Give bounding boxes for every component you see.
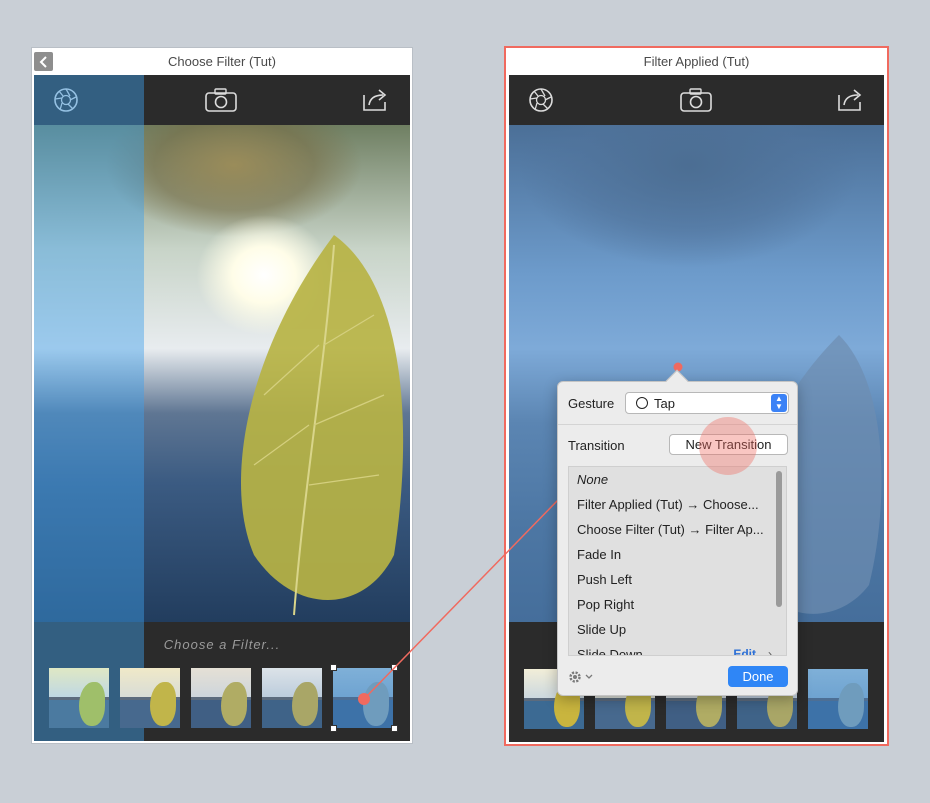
transition-item[interactable]: Push Left [569,567,786,592]
transition-item[interactable]: None [569,467,786,492]
filter-thumb[interactable] [120,668,180,728]
transition-popover: Gesture Tap ▲ ▼ Transition New Transition… [557,369,798,696]
chevron-right-icon: › [768,647,772,656]
filter-thumb[interactable] [49,668,109,728]
stepper-arrows-icon: ▲ ▼ [771,394,787,412]
artboard-title: Choose Filter (Tut) [168,54,276,69]
transition-item[interactable]: Fade In [569,542,786,567]
share-icon[interactable] [361,86,391,114]
done-button[interactable]: Done [728,666,788,687]
gesture-label: Gesture [568,396,615,411]
transition-item[interactable]: Slide Up [569,617,786,642]
aperture-icon[interactable] [526,86,556,114]
choose-filter-caption: Choose a Filter... [163,637,281,652]
divider [558,424,797,425]
edit-link[interactable]: Edit [733,642,756,655]
transition-item[interactable]: Choose Filter (Tut) → Filter Ap... [569,517,786,542]
camera-icon[interactable] [204,86,238,114]
filter-thumb-selected[interactable] [333,668,393,728]
transition-item-partial[interactable]: Slide Down Edit › [569,642,786,656]
filter-thumb[interactable] [191,668,251,728]
transition-item[interactable]: Filter Applied (Tut) → Choose... [569,492,786,517]
gesture-select[interactable]: Tap ▲ ▼ [625,392,789,414]
filter-thumbnails [34,668,410,728]
camera-icon[interactable] [679,86,713,114]
scrollbar[interactable] [776,471,782,607]
toolbar [509,75,884,125]
filter-thumb[interactable] [808,669,868,729]
leaf-illustration [240,235,404,616]
resize-handle[interactable] [391,664,398,671]
gesture-value: Tap [654,396,675,411]
transition-item[interactable]: Pop Right [569,592,786,617]
artboard-title: Filter Applied (Tut) [643,54,750,69]
artboard-choose-filter[interactable]: Choose Filter (Tut) Choose a Filter... [31,47,413,744]
tap-indicator [699,417,757,475]
transition-item-label: Slide Down [577,647,643,656]
gear-icon[interactable] [568,669,596,685]
resize-handle[interactable] [391,725,398,732]
phone-screen: Choose a Filter... [34,75,410,741]
resize-handle[interactable] [330,725,337,732]
transition-label: Transition [568,438,625,453]
share-icon[interactable] [836,86,866,114]
filter-thumb[interactable] [262,668,322,728]
chevron-left-icon [39,55,47,68]
resize-handle[interactable] [330,664,337,671]
back-button[interactable] [34,52,53,71]
transition-list[interactable]: None Filter Applied (Tut) → Choose... Ch… [568,466,787,656]
tap-gesture-icon [636,397,648,409]
